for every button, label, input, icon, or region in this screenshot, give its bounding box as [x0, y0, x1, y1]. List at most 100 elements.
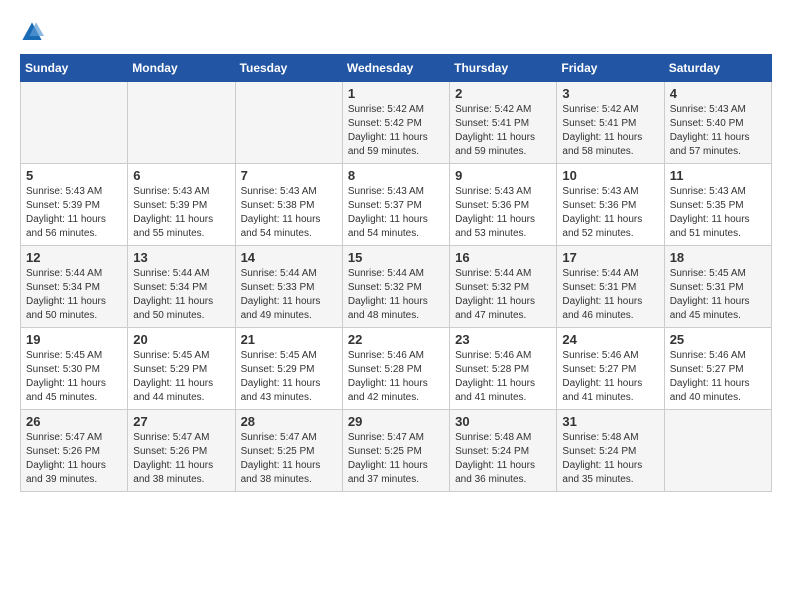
cell-content: Sunrise: 5:44 AMSunset: 5:32 PMDaylight:… [455, 267, 551, 323]
calendar-cell: 31Sunrise: 5:48 AMSunset: 5:24 PMDayligh… [557, 410, 664, 492]
day-number: 24 [562, 332, 658, 347]
calendar-cell: 10 Sunrise: 5:43 AMSunset: 5:36 PMDayligh… [557, 164, 664, 246]
day-number: 31 [562, 414, 658, 429]
day-number: 9 [455, 168, 551, 183]
cell-content: Sunrise: 5:45 AMSunset: 5:30 PMDaylight:… [26, 349, 122, 405]
calendar-cell: 28 Sunrise: 5:47 AMSunset: 5:25 PMDayligh… [235, 410, 342, 492]
calendar-cell: 4 Sunrise: 5:43 AMSunset: 5:40 PMDaylight… [664, 82, 771, 164]
day-number: 25 [670, 332, 766, 347]
calendar-cell: 19 Sunrise: 5:45 AMSunset: 5:30 PMDayligh… [21, 328, 128, 410]
calendar-cell: 3 Sunrise: 5:42 AMSunset: 5:41 PMDaylight… [557, 82, 664, 164]
calendar-cell: 8 Sunrise: 5:43 AMSunset: 5:37 PMDaylight… [342, 164, 449, 246]
weekday-header-wednesday: Wednesday [342, 55, 449, 82]
cell-content: Sunrise: 5:44 AMSunset: 5:31 PMDaylight:… [562, 267, 658, 323]
day-number: 1 [348, 86, 444, 101]
cell-content: Sunrise: 5:46 AMSunset: 5:27 PMDaylight:… [562, 349, 658, 405]
calendar-cell: 21 Sunrise: 5:45 AMSunset: 5:29 PMDayligh… [235, 328, 342, 410]
day-number: 22 [348, 332, 444, 347]
weekday-header-monday: Monday [128, 55, 235, 82]
calendar-week-row: 26 Sunrise: 5:47 AMSunset: 5:26 PMDayligh… [21, 410, 772, 492]
cell-content: Sunrise: 5:48 AMSunset: 5:24 PMDaylight:… [455, 431, 551, 487]
calendar-cell: 27 Sunrise: 5:47 AMSunset: 5:26 PMDayligh… [128, 410, 235, 492]
day-number: 3 [562, 86, 658, 101]
cell-content: Sunrise: 5:47 AMSunset: 5:25 PMDaylight:… [348, 431, 444, 487]
cell-content: Sunrise: 5:43 AMSunset: 5:39 PMDaylight:… [133, 185, 229, 241]
page-header [20, 20, 772, 44]
calendar-cell: 16Sunrise: 5:44 AMSunset: 5:32 PMDayligh… [450, 246, 557, 328]
calendar-cell: 5 Sunrise: 5:43 AMSunset: 5:39 PMDaylight… [21, 164, 128, 246]
calendar-cell: 15 Sunrise: 5:44 AMSunset: 5:32 PMDayligh… [342, 246, 449, 328]
cell-content: Sunrise: 5:44 AMSunset: 5:33 PMDaylight:… [241, 267, 337, 323]
day-number: 6 [133, 168, 229, 183]
day-number: 18 [670, 250, 766, 265]
day-number: 30 [455, 414, 551, 429]
calendar-cell: 13 Sunrise: 5:44 AMSunset: 5:34 PMDayligh… [128, 246, 235, 328]
cell-content: Sunrise: 5:44 AMSunset: 5:34 PMDaylight:… [133, 267, 229, 323]
cell-content: Sunrise: 5:43 AMSunset: 5:39 PMDaylight:… [26, 185, 122, 241]
calendar-week-row: 12 Sunrise: 5:44 AMSunset: 5:34 PMDayligh… [21, 246, 772, 328]
day-number: 13 [133, 250, 229, 265]
calendar-table: SundayMondayTuesdayWednesdayThursdayFrid… [20, 54, 772, 492]
calendar-week-row: 19 Sunrise: 5:45 AMSunset: 5:30 PMDayligh… [21, 328, 772, 410]
day-number: 4 [670, 86, 766, 101]
day-number: 8 [348, 168, 444, 183]
cell-content: Sunrise: 5:43 AMSunset: 5:37 PMDaylight:… [348, 185, 444, 241]
cell-content: Sunrise: 5:46 AMSunset: 5:28 PMDaylight:… [455, 349, 551, 405]
calendar-cell [21, 82, 128, 164]
day-number: 28 [241, 414, 337, 429]
calendar-cell: 14 Sunrise: 5:44 AMSunset: 5:33 PMDayligh… [235, 246, 342, 328]
day-number: 5 [26, 168, 122, 183]
weekday-header-tuesday: Tuesday [235, 55, 342, 82]
cell-content: Sunrise: 5:45 AMSunset: 5:29 PMDaylight:… [241, 349, 337, 405]
cell-content: Sunrise: 5:45 AMSunset: 5:31 PMDaylight:… [670, 267, 766, 323]
day-number: 17 [562, 250, 658, 265]
cell-content: Sunrise: 5:47 AMSunset: 5:26 PMDaylight:… [26, 431, 122, 487]
calendar-cell: 23 Sunrise: 5:46 AMSunset: 5:28 PMDayligh… [450, 328, 557, 410]
cell-content: Sunrise: 5:45 AMSunset: 5:29 PMDaylight:… [133, 349, 229, 405]
calendar-cell: 20Sunrise: 5:45 AMSunset: 5:29 PMDayligh… [128, 328, 235, 410]
day-number: 14 [241, 250, 337, 265]
weekday-header-saturday: Saturday [664, 55, 771, 82]
weekday-header-friday: Friday [557, 55, 664, 82]
logo-icon [20, 20, 44, 44]
calendar-cell: 9 Sunrise: 5:43 AMSunset: 5:36 PMDaylight… [450, 164, 557, 246]
cell-content: Sunrise: 5:43 AMSunset: 5:40 PMDaylight:… [670, 103, 766, 159]
cell-content: Sunrise: 5:47 AMSunset: 5:26 PMDaylight:… [133, 431, 229, 487]
cell-content: Sunrise: 5:42 AMSunset: 5:41 PMDaylight:… [562, 103, 658, 159]
cell-content: Sunrise: 5:44 AMSunset: 5:32 PMDaylight:… [348, 267, 444, 323]
cell-content: Sunrise: 5:43 AMSunset: 5:36 PMDaylight:… [455, 185, 551, 241]
day-number: 23 [455, 332, 551, 347]
day-number: 26 [26, 414, 122, 429]
calendar-cell: 25 Sunrise: 5:46 AMSunset: 5:27 PMDayligh… [664, 328, 771, 410]
day-number: 27 [133, 414, 229, 429]
calendar-cell: 6 Sunrise: 5:43 AMSunset: 5:39 PMDaylight… [128, 164, 235, 246]
logo [20, 20, 48, 44]
calendar-cell: 17 Sunrise: 5:44 AMSunset: 5:31 PMDayligh… [557, 246, 664, 328]
day-number: 15 [348, 250, 444, 265]
calendar-cell: 24 Sunrise: 5:46 AMSunset: 5:27 PMDayligh… [557, 328, 664, 410]
cell-content: Sunrise: 5:43 AMSunset: 5:38 PMDaylight:… [241, 185, 337, 241]
calendar-cell [235, 82, 342, 164]
calendar-cell: 11Sunrise: 5:43 AMSunset: 5:35 PMDayligh… [664, 164, 771, 246]
cell-content: Sunrise: 5:46 AMSunset: 5:27 PMDaylight:… [670, 349, 766, 405]
calendar-cell: 1 Sunrise: 5:42 AMSunset: 5:42 PMDaylight… [342, 82, 449, 164]
calendar-cell: 7Sunrise: 5:43 AMSunset: 5:38 PMDaylight… [235, 164, 342, 246]
cell-content: Sunrise: 5:47 AMSunset: 5:25 PMDaylight:… [241, 431, 337, 487]
day-number: 12 [26, 250, 122, 265]
day-number: 11 [670, 168, 766, 183]
cell-content: Sunrise: 5:46 AMSunset: 5:28 PMDaylight:… [348, 349, 444, 405]
day-number: 19 [26, 332, 122, 347]
day-number: 29 [348, 414, 444, 429]
cell-content: Sunrise: 5:44 AMSunset: 5:34 PMDaylight:… [26, 267, 122, 323]
weekday-header-sunday: Sunday [21, 55, 128, 82]
calendar-cell: 18 Sunrise: 5:45 AMSunset: 5:31 PMDayligh… [664, 246, 771, 328]
calendar-cell: 29 Sunrise: 5:47 AMSunset: 5:25 PMDayligh… [342, 410, 449, 492]
calendar-cell: 26 Sunrise: 5:47 AMSunset: 5:26 PMDayligh… [21, 410, 128, 492]
day-number: 21 [241, 332, 337, 347]
day-number: 10 [562, 168, 658, 183]
calendar-cell: 30 Sunrise: 5:48 AMSunset: 5:24 PMDayligh… [450, 410, 557, 492]
calendar-week-row: 1 Sunrise: 5:42 AMSunset: 5:42 PMDaylight… [21, 82, 772, 164]
calendar-cell: 22 Sunrise: 5:46 AMSunset: 5:28 PMDayligh… [342, 328, 449, 410]
cell-content: Sunrise: 5:43 AMSunset: 5:36 PMDaylight:… [562, 185, 658, 241]
cell-content: Sunrise: 5:42 AMSunset: 5:42 PMDaylight:… [348, 103, 444, 159]
